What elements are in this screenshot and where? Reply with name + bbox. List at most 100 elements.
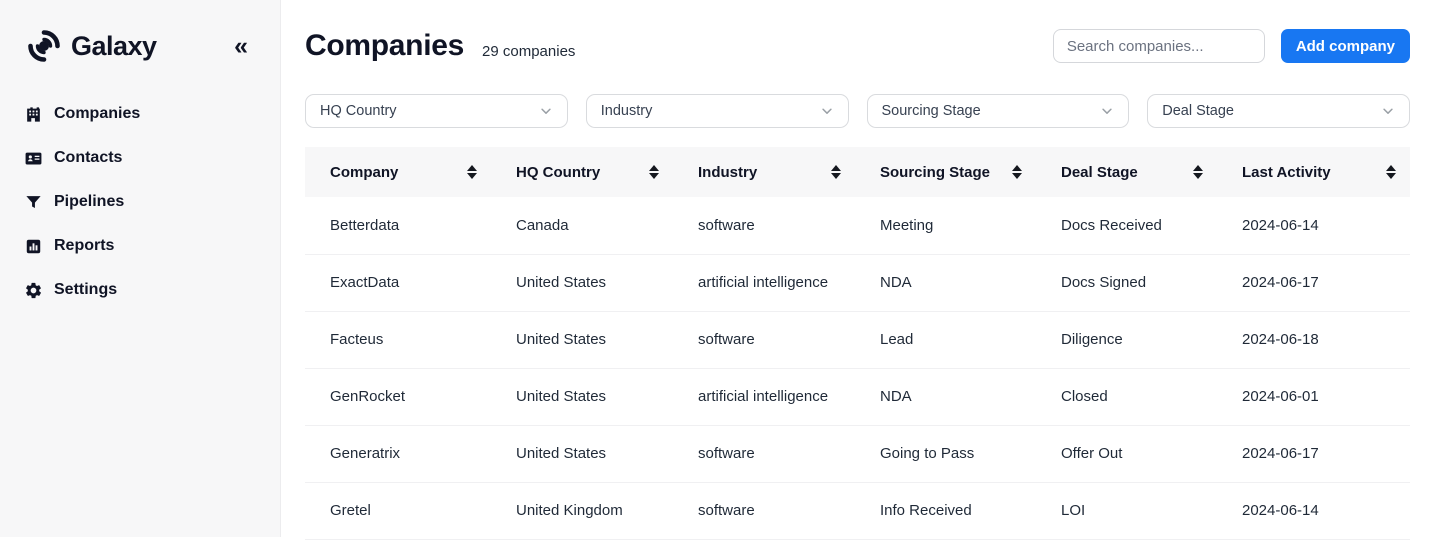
cell: Lead [855, 311, 1036, 369]
cell: Docs Signed [1036, 254, 1217, 312]
column-header-industry[interactable]: Industry [673, 147, 855, 197]
column-header-last-activity[interactable]: Last Activity [1217, 147, 1410, 197]
cell: 2024-06-14 [1217, 482, 1410, 540]
cell: 2024-06-14 [1217, 197, 1410, 255]
cell: United States [491, 311, 673, 369]
main-content: Companies 29 companies Add company HQ Co… [281, 0, 1431, 540]
cell: ExactData [305, 254, 491, 312]
sidebar-nav: Companies Contacts Pipelines Reports Set… [24, 102, 280, 302]
sidebar: Galaxy « Companies Contacts Pipelines Re… [0, 0, 281, 537]
cell: Facteus [305, 311, 491, 369]
column-header-sourcing-stage[interactable]: Sourcing Stage [855, 147, 1036, 197]
filter-hq-country[interactable]: HQ Country [305, 94, 568, 128]
column-label: HQ Country [516, 163, 601, 181]
cell: software [673, 311, 855, 369]
filter-label: Sourcing Stage [881, 103, 981, 119]
filter-deal-stage[interactable]: Deal Stage [1147, 94, 1410, 128]
filter-label: Industry [600, 103, 653, 119]
table-header: Company HQ Country Industry Sourcing Stage D… [305, 147, 1410, 197]
cell: artificial intelligence [673, 368, 855, 426]
cell: United States [491, 254, 673, 312]
sidebar-item-reports[interactable]: Reports [24, 234, 256, 258]
header-actions: Add company [1052, 29, 1410, 63]
page-header: Companies 29 companies Add company [305, 25, 1410, 67]
chevron-down-icon [821, 108, 832, 114]
galaxy-logo-icon [28, 30, 60, 62]
cell: Meeting [855, 197, 1036, 255]
cell: United States [491, 425, 673, 483]
company-count: 29 companies [482, 42, 576, 60]
table-row-betterdata[interactable]: Betterdata Canada software Meeting Docs Rece… [305, 197, 1410, 255]
sidebar-item-contacts[interactable]: Contacts [24, 146, 256, 170]
gear-icon [26, 282, 41, 298]
column-header-company[interactable]: Company [305, 147, 491, 197]
app-name: Galaxy [71, 30, 157, 61]
chevron-down-icon [1383, 108, 1393, 114]
cell: United States [491, 368, 673, 426]
cell: Info Received [855, 482, 1036, 540]
sidebar-item-label: Contacts [54, 149, 123, 166]
cell: software [673, 197, 855, 255]
cell: United Kingdom [491, 482, 673, 540]
cell: Docs Received [1036, 197, 1217, 255]
sort-icon [831, 164, 841, 180]
column-label: Company [330, 163, 399, 181]
cell: Closed [1036, 368, 1217, 426]
cell: 2024-06-18 [1217, 311, 1410, 369]
bar-chart-icon [26, 239, 41, 253]
filter-label: HQ Country [320, 103, 397, 119]
cell: software [673, 425, 855, 483]
search-input[interactable] [1052, 29, 1265, 63]
column-label: Deal Stage [1061, 163, 1138, 181]
cell: Betterdata [305, 197, 491, 255]
sidebar-item-label: Settings [54, 281, 118, 298]
cell: 2024-06-17 [1217, 425, 1410, 483]
column-label: Last Activity [1242, 163, 1331, 181]
table-row-gretel[interactable]: Gretel United Kingdom software Info Receive… [305, 482, 1410, 540]
add-company-button[interactable]: Add company [1280, 29, 1410, 63]
cell: 2024-06-17 [1217, 254, 1410, 312]
funnel-icon [26, 195, 41, 208]
app-window: Galaxy « Companies Contacts Pipelines Re… [0, 0, 1431, 540]
sidebar-header: Galaxy « [24, 26, 280, 66]
table-row-generatrix[interactable]: Generatrix United States software Going to … [305, 425, 1410, 483]
cell: NDA [855, 254, 1036, 312]
cell: artificial intelligence [673, 254, 855, 312]
contact-card-icon [25, 152, 42, 164]
sort-icon [649, 164, 659, 180]
cell: 2024-06-01 [1217, 368, 1410, 426]
cell: software [673, 482, 855, 540]
column-header-hq-country[interactable]: HQ Country [491, 147, 673, 197]
cell: Generatrix [305, 425, 491, 483]
cell: Gretel [305, 482, 491, 540]
sort-icon [1193, 164, 1203, 180]
sidebar-item-pipelines[interactable]: Pipelines [24, 190, 256, 214]
filter-bar: HQ Country Industry Sourcing Stage Deal … [305, 94, 1410, 128]
sidebar-item-companies[interactable]: Companies [24, 102, 256, 126]
cell: Going to Pass [855, 425, 1036, 483]
table-row-facteus[interactable]: Facteus United States software Lead Diligenc… [305, 311, 1410, 369]
page-title: Companies [305, 29, 465, 62]
table-row-exactdata[interactable]: ExactData United States artificial intelli… [305, 254, 1410, 312]
sidebar-item-label: Reports [54, 237, 115, 254]
sidebar-item-label: Companies [54, 105, 141, 122]
sort-icon [1012, 164, 1022, 180]
sort-icon [1386, 164, 1396, 180]
sidebar-collapse-button[interactable]: « [234, 31, 248, 60]
cell: NDA [855, 368, 1036, 426]
filter-industry[interactable]: Industry [585, 94, 849, 128]
table-row-genrocket[interactable]: GenRocket United States artificial intelli… [305, 368, 1410, 426]
cell: Diligence [1036, 311, 1217, 369]
cell: Offer Out [1036, 425, 1217, 483]
sidebar-item-settings[interactable]: Settings [24, 278, 256, 302]
column-header-deal-stage[interactable]: Deal Stage [1036, 147, 1217, 197]
companies-table: Company HQ Country Industry Sourcing Stage D… [305, 147, 1410, 540]
collapse-sidebar-icon: « [234, 31, 248, 60]
sidebar-item-label: Pipelines [54, 193, 125, 210]
filter-sourcing-stage[interactable]: Sourcing Stage [866, 94, 1130, 128]
cell: Canada [491, 197, 673, 255]
app-logo: Galaxy [24, 26, 157, 66]
column-label: Industry [698, 163, 758, 181]
building-icon [27, 106, 40, 122]
column-label: Sourcing Stage [880, 163, 991, 181]
